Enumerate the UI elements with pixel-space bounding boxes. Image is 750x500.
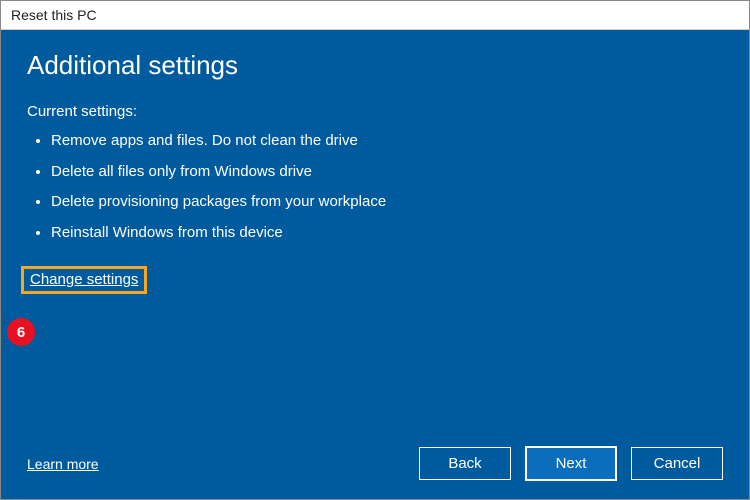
setting-item: Delete provisioning packages from your w…: [51, 191, 723, 214]
setting-item: Reinstall Windows from this device: [51, 222, 723, 245]
dialog-footer: Learn more Back Next Cancel: [27, 446, 723, 481]
setting-item: Delete all files only from Windows drive: [51, 161, 723, 184]
dialog-body: Additional settings Current settings: Re…: [1, 30, 749, 499]
change-settings-highlight: Change settings: [21, 266, 147, 294]
step-annotation-badge: 6: [7, 318, 35, 346]
next-button[interactable]: Next: [525, 446, 617, 481]
current-settings-label: Current settings:: [27, 103, 723, 120]
setting-item: Remove apps and files. Do not clean the …: [51, 130, 723, 153]
settings-list: Remove apps and files. Do not clean the …: [27, 130, 723, 252]
learn-more-link[interactable]: Learn more: [27, 456, 99, 472]
reset-pc-dialog: Reset this PC Additional settings Curren…: [0, 0, 750, 500]
back-button[interactable]: Back: [419, 447, 511, 480]
change-settings-link[interactable]: Change settings: [30, 271, 138, 288]
window-title: Reset this PC: [1, 1, 749, 30]
cancel-button[interactable]: Cancel: [631, 447, 723, 480]
page-heading: Additional settings: [27, 50, 723, 81]
